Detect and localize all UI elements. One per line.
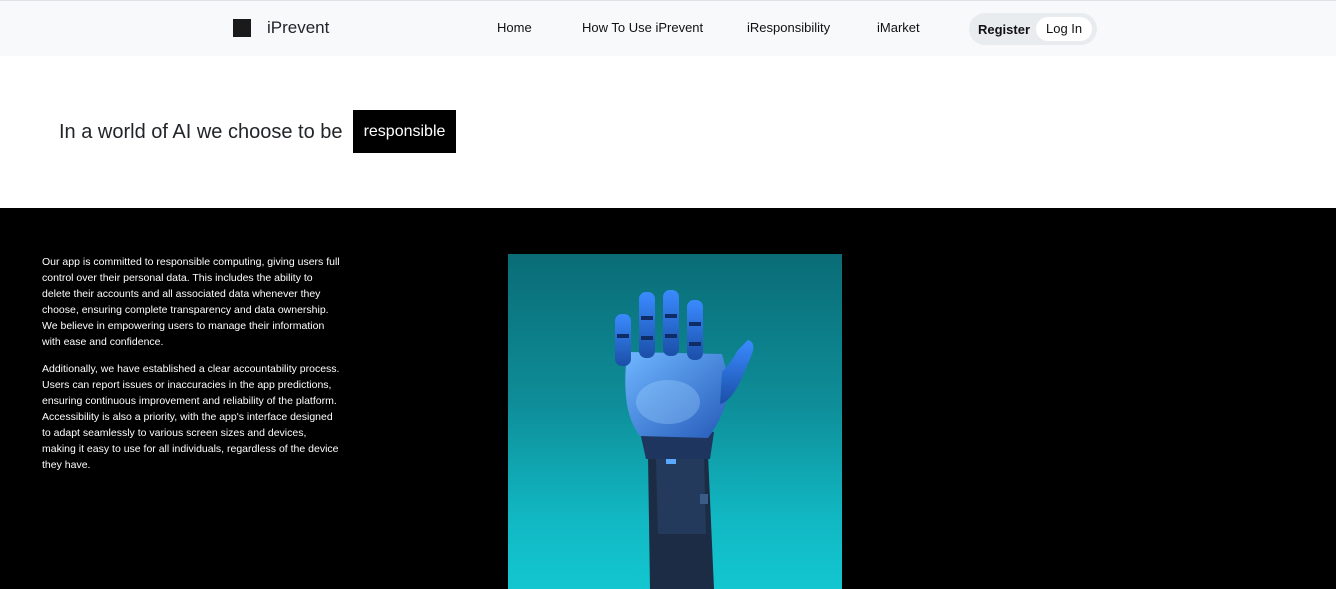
robot-hand-image [508,254,842,589]
nav-link-home[interactable]: Home [497,20,532,35]
paragraph-data-control: Our app is committed to responsible comp… [42,256,340,348]
brand-name: iPrevent [267,18,330,37]
nav-link-how-to-use[interactable]: How To Use iPrevent [582,20,703,35]
hero-section: In a world of AI we choose to be respons… [0,56,1336,208]
login-button[interactable]: Log In [1036,17,1093,41]
robot-hand-illustration [615,290,754,589]
auth-button-group: Register Log In [969,13,1097,45]
nav-link-iresponsibility[interactable]: iResponsibility [747,20,830,35]
hero-tagline: In a world of AI we choose to be [59,121,343,143]
register-button[interactable]: Register [978,22,1030,37]
brand-logo-icon [233,19,251,37]
navbar: iPrevent Home How To Use iPrevent iRespo… [0,0,1336,56]
brand-link[interactable]: iPrevent [233,19,329,37]
hero-highlight-badge: responsible [353,110,456,153]
responsibility-section: Our app is committed to responsible comp… [0,208,1336,589]
paragraph-accountability: Additionally, we have established a clea… [42,363,340,471]
nav-link-imarket[interactable]: iMarket [877,20,920,35]
responsibility-text: Our app is committed to responsible comp… [42,254,342,484]
